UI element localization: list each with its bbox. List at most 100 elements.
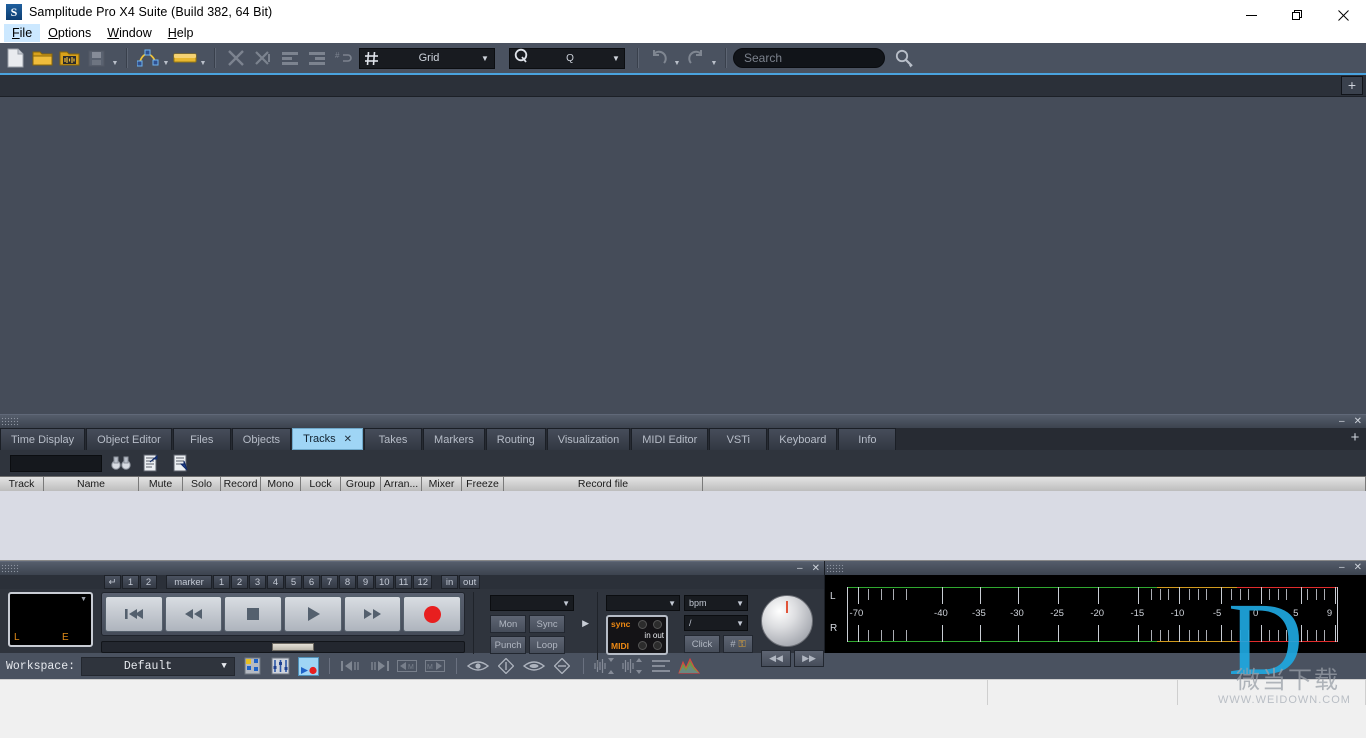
marker-3-button[interactable]: 3: [249, 575, 266, 589]
menu-file[interactable]: File: [4, 24, 41, 42]
column-header-record[interactable]: Record: [221, 477, 261, 491]
level-meter[interactable]: L R -70 -40 -35 -30 -25 -20 -15 -10 -5 0 5 9: [825, 575, 1366, 653]
tab-midi-editor[interactable]: MIDI Editor: [631, 428, 709, 450]
object-color-dropdown-arrow-icon[interactable]: ▼: [198, 45, 208, 71]
bpm-arrow-icon[interactable]: ▼: [736, 599, 744, 608]
load-audio-icon[interactable]: [57, 45, 82, 71]
maximize-restore-button[interactable]: [1274, 0, 1320, 31]
marker-10-button[interactable]: 10: [375, 575, 394, 589]
time-signature-combo[interactable]: / ▼: [684, 615, 748, 631]
marker-2-button[interactable]: 2: [231, 575, 248, 589]
fast-forward-button[interactable]: [343, 596, 402, 632]
column-header-arranger[interactable]: Arran...: [381, 477, 422, 491]
stop-button[interactable]: [224, 596, 283, 632]
column-header-mixer[interactable]: Mixer: [422, 477, 462, 491]
quantize-combo-arrow-icon[interactable]: ▼: [608, 54, 624, 63]
marker-range-1-button[interactable]: 1: [122, 575, 139, 589]
menu-options[interactable]: Options: [40, 24, 99, 42]
tab-routing[interactable]: Routing: [485, 428, 546, 450]
binoculars-icon[interactable]: [110, 452, 132, 474]
column-header-track[interactable]: Track: [0, 477, 44, 491]
marker-6-button[interactable]: 6: [303, 575, 320, 589]
tab-objects[interactable]: Objects: [231, 428, 292, 450]
menu-help[interactable]: Help: [160, 24, 202, 42]
split-icon[interactable]: [250, 45, 275, 71]
panel-close-button[interactable]: ✕: [1354, 415, 1362, 428]
redo-icon[interactable]: [683, 45, 708, 71]
bpm-combo[interactable]: bpm ▼: [684, 595, 748, 611]
meter-minimize-button[interactable]: –: [1339, 561, 1345, 574]
punch-button[interactable]: Punch: [490, 636, 527, 654]
transport-drag-handle[interactable]: [1, 563, 19, 574]
tempo-source-arrow-icon[interactable]: ▼: [668, 599, 676, 608]
tab-info[interactable]: Info: [838, 428, 897, 450]
tab-object-editor[interactable]: Object Editor: [86, 428, 172, 450]
save-icon[interactable]: [84, 45, 109, 71]
tab-markers[interactable]: Markers: [423, 428, 485, 450]
tab-vsti[interactable]: VSTi: [709, 428, 768, 450]
marker-5-button[interactable]: 5: [285, 575, 302, 589]
transport-position-scrollbar[interactable]: [101, 641, 466, 653]
wave-zoom-icon[interactable]: [622, 656, 644, 676]
tempo-source-combo[interactable]: ▼: [606, 595, 680, 611]
undo-icon[interactable]: [646, 45, 671, 71]
marker-return-button[interactable]: ↵: [104, 575, 121, 589]
mode-combo[interactable]: ▼: [490, 595, 575, 611]
marker-4-button[interactable]: 4: [267, 575, 284, 589]
marker-range-2-button[interactable]: 2: [140, 575, 157, 589]
loop-button[interactable]: Loop: [529, 636, 566, 654]
transport-close-button[interactable]: ✕: [812, 562, 820, 575]
track-table-body[interactable]: [0, 491, 1366, 561]
sync-in-led[interactable]: [638, 620, 647, 629]
tab-visualization[interactable]: Visualization: [546, 428, 631, 450]
sync-out-led[interactable]: [653, 620, 662, 629]
search-magnifier-icon[interactable]: [891, 45, 917, 71]
column-header-spacer[interactable]: [703, 477, 1366, 491]
column-header-mono[interactable]: Mono: [261, 477, 301, 491]
align-right-icon[interactable]: [304, 45, 329, 71]
add-tab-button[interactable]: +: [1346, 429, 1364, 448]
marker-7-button[interactable]: 7: [321, 575, 338, 589]
column-header-mute[interactable]: Mute: [139, 477, 183, 491]
tab-takes[interactable]: Takes: [364, 428, 423, 450]
play-button[interactable]: [284, 596, 342, 632]
track-filter-input[interactable]: [10, 454, 102, 472]
tab-close-icon[interactable]: ✕: [344, 434, 352, 445]
column-header-record-file[interactable]: Record file: [504, 477, 703, 491]
column-header-group[interactable]: Group: [341, 477, 381, 491]
column-header-freeze[interactable]: Freeze: [462, 477, 504, 491]
grid-combo-arrow-icon[interactable]: ▼: [476, 54, 494, 63]
tab-tracks[interactable]: Tracks ✕: [292, 428, 364, 450]
tab-files[interactable]: Files: [172, 428, 231, 450]
midi-in-led[interactable]: [638, 641, 647, 650]
transport-minimize-button[interactable]: –: [797, 562, 803, 575]
go-to-start-button[interactable]: [105, 596, 163, 632]
panel-drag-handle[interactable]: [1, 416, 19, 427]
grid-snap-button[interactable]: # ⚿: [723, 635, 753, 653]
time-signature-arrow-icon[interactable]: ▼: [736, 619, 744, 628]
column-header-lock[interactable]: Lock: [301, 477, 341, 491]
import-list-icon[interactable]: [170, 452, 192, 474]
marker-out-button[interactable]: out: [459, 575, 481, 589]
monitor-button[interactable]: Mon: [490, 615, 527, 633]
tab-time-display[interactable]: Time Display: [0, 428, 86, 450]
tab-keyboard[interactable]: Keyboard: [768, 428, 838, 450]
time-display[interactable]: ▼ L E: [8, 592, 94, 647]
menu-window[interactable]: Window: [99, 24, 159, 42]
search-input[interactable]: [733, 48, 885, 68]
column-header-name[interactable]: Name: [44, 477, 139, 491]
undo-dropdown-arrow-icon[interactable]: ▼: [672, 45, 682, 71]
midi-out-led[interactable]: [653, 641, 662, 650]
sync-midi-box[interactable]: sync MIDI in out: [606, 615, 668, 655]
panel-minimize-button[interactable]: –: [1339, 415, 1345, 428]
meter-drag-handle[interactable]: [826, 562, 844, 574]
column-header-solo[interactable]: Solo: [183, 477, 221, 491]
meter-close-button[interactable]: ✕: [1354, 561, 1362, 574]
wave-zoom-vert-icon[interactable]: [594, 656, 616, 676]
redo-dropdown-arrow-icon[interactable]: ▼: [709, 45, 719, 71]
add-track-button[interactable]: +: [1341, 76, 1363, 95]
marker-11-button[interactable]: 11: [394, 575, 413, 589]
marker-9-button[interactable]: 9: [357, 575, 374, 589]
object-color-icon[interactable]: [172, 45, 197, 71]
jog-shuttle-knob[interactable]: [761, 595, 813, 647]
